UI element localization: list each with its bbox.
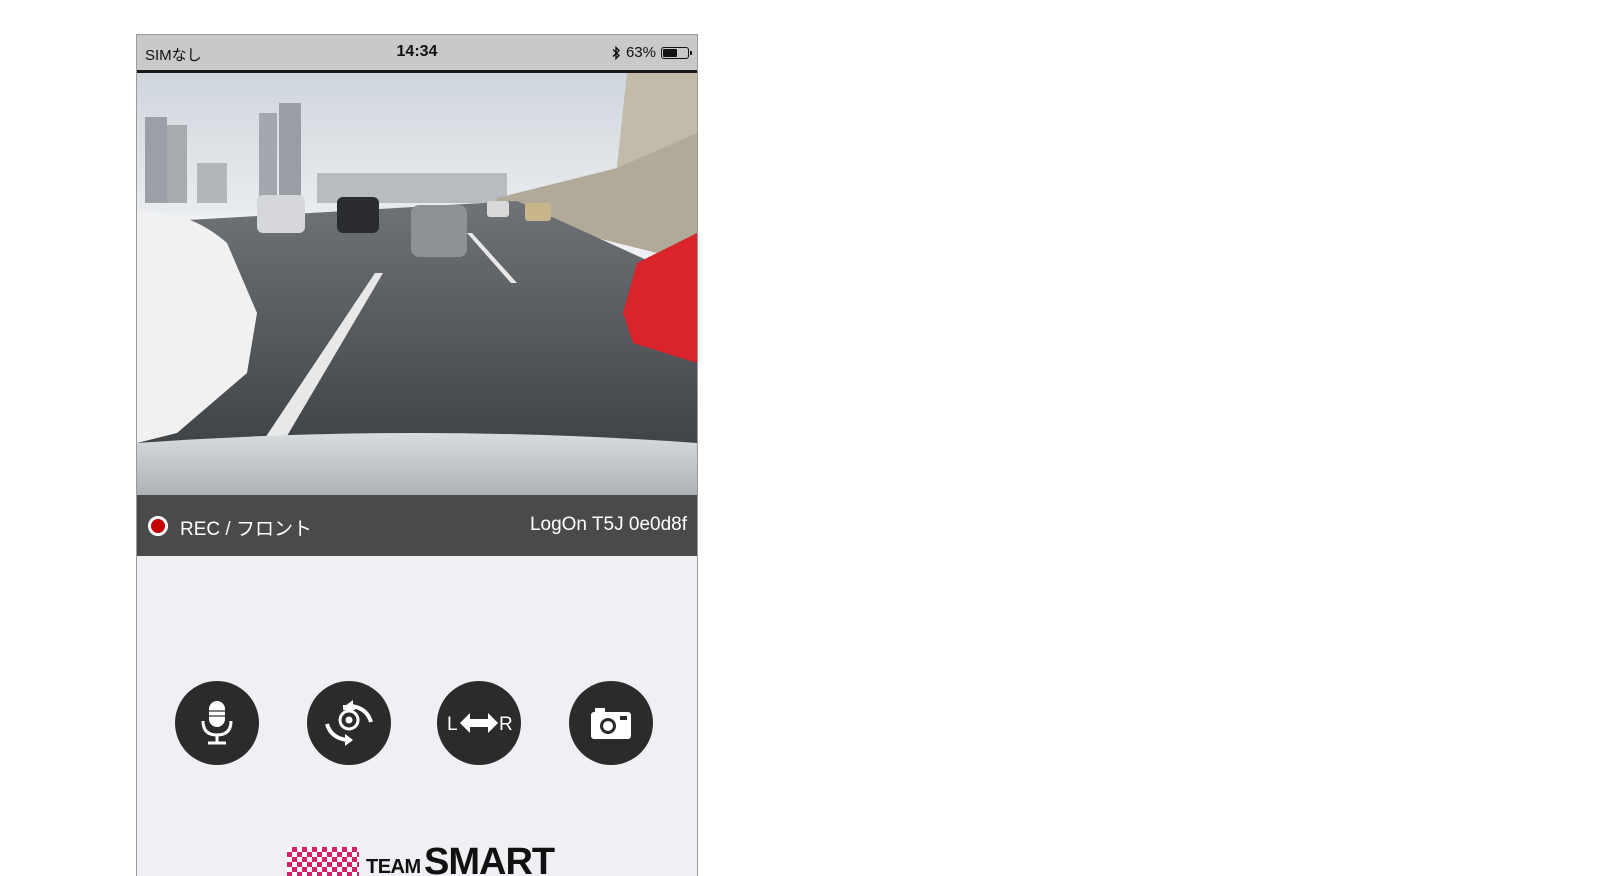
team-smart-recorder-logo: TEAM SMART: [287, 841, 557, 876]
swap-right-label: R: [499, 714, 512, 735]
snapshot-button[interactable]: [569, 681, 653, 765]
record-indicator-icon: [148, 516, 168, 536]
recording-label: REC / フロント: [180, 519, 312, 540]
checkered-flag-icon: [287, 847, 359, 876]
logo-smart-text: SMART: [424, 841, 555, 876]
microphone-button[interactable]: [175, 681, 259, 765]
battery-percentage: 63%: [625, 44, 656, 61]
switch-left-right-button[interactable]: L R: [437, 681, 521, 765]
status-right: 63%: [611, 44, 692, 61]
left-right-swap-icon: L R: [447, 713, 512, 735]
status-bar: SIMなし 14:34 63%: [137, 35, 697, 73]
device-label: LogOn T5J 0e0d8f: [529, 514, 687, 535]
camera-icon: [591, 708, 631, 739]
recording-status-bar: REC / フロント LogOn T5J 0e0d8f: [137, 495, 697, 556]
bluetooth-icon: [612, 45, 620, 60]
control-buttons: L R: [137, 681, 697, 765]
camera-feed-image[interactable]: [137, 73, 697, 495]
swap-left-label: L: [447, 714, 458, 735]
logo-team-text: TEAM: [366, 856, 421, 876]
phone-screen: SIMなし 14:34 63% REC / フロント LogOn T5J 0e0…: [136, 34, 698, 876]
microphone-icon: [201, 701, 233, 745]
battery-icon: [661, 46, 692, 59]
camera-rotate-button[interactable]: [307, 681, 391, 765]
camera-rotate-icon: [325, 700, 373, 746]
